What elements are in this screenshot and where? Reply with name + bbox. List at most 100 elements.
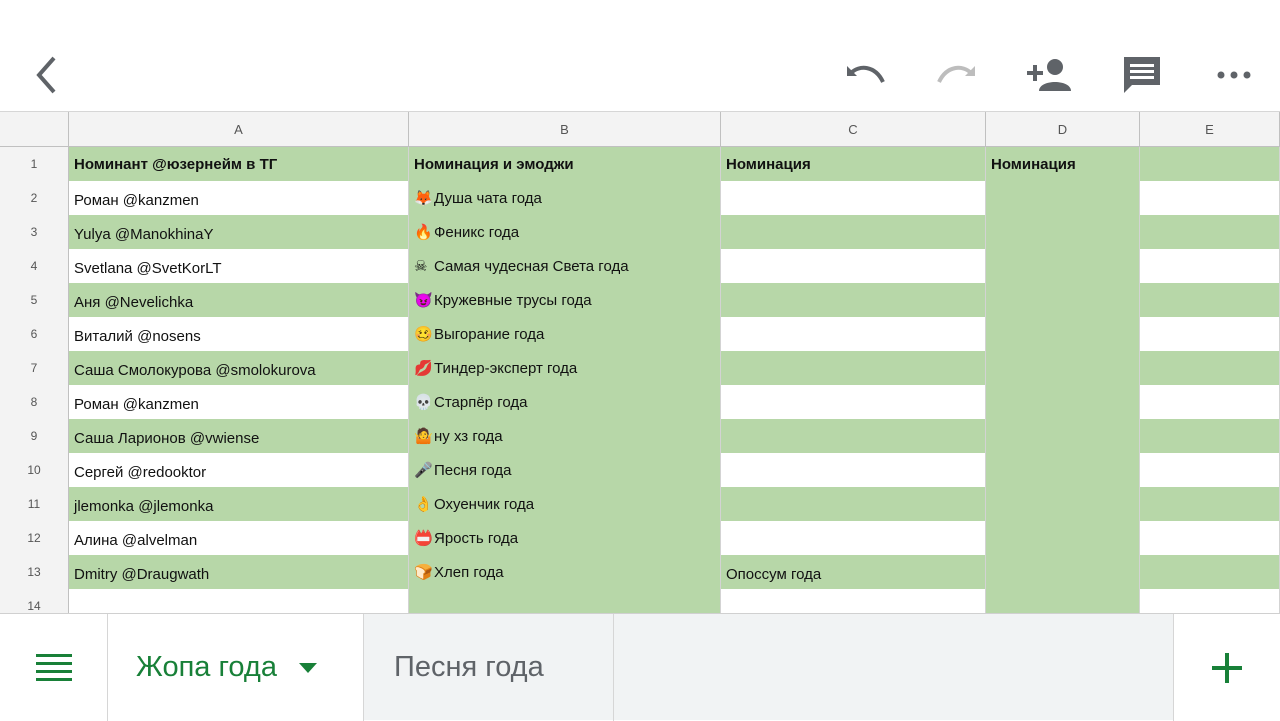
row-number[interactable]: 4 xyxy=(0,249,69,283)
cell-a[interactable]: Алина @alvelman xyxy=(69,521,409,555)
cell-d[interactable] xyxy=(986,521,1140,555)
cell-e[interactable] xyxy=(1140,147,1280,181)
share-button[interactable] xyxy=(1024,50,1074,100)
cell-d[interactable] xyxy=(986,283,1140,317)
cell-b[interactable]: 📛Ярость года xyxy=(409,521,721,555)
column-header-a[interactable]: A xyxy=(69,112,409,148)
cell-b[interactable]: 💋Тиндер-эксперт года xyxy=(409,351,721,385)
cell-e[interactable] xyxy=(1140,249,1280,283)
cell-c[interactable] xyxy=(721,487,986,521)
cell-e[interactable] xyxy=(1140,283,1280,317)
cell-b[interactable]: 👌Охуенчик года xyxy=(409,487,721,521)
cell-a[interactable]: Номинант @юзернейм в ТГ xyxy=(69,147,409,181)
cell-d[interactable] xyxy=(986,487,1140,521)
cell-e[interactable] xyxy=(1140,215,1280,249)
cell-e[interactable] xyxy=(1140,555,1280,589)
cell-d[interactable] xyxy=(986,453,1140,487)
cell-b[interactable]: 💀Старпёр года xyxy=(409,385,721,419)
cell-d[interactable] xyxy=(986,249,1140,283)
comment-button[interactable] xyxy=(1117,50,1167,100)
cell-a[interactable]: Роман @kanzmen xyxy=(69,181,409,215)
column-header-c[interactable]: C xyxy=(721,112,986,148)
cell-c[interactable] xyxy=(721,385,986,419)
sheets-menu-button[interactable] xyxy=(0,614,108,721)
cell-d[interactable] xyxy=(986,385,1140,419)
chevron-down-icon[interactable] xyxy=(298,662,317,673)
cell-d[interactable] xyxy=(986,317,1140,351)
row-number[interactable]: 5 xyxy=(0,283,69,317)
cell-a[interactable]: Сергей @redooktor xyxy=(69,453,409,487)
cell-b[interactable]: ☠ Самая чудесная Света года xyxy=(409,249,721,283)
row-number[interactable]: 8 xyxy=(0,385,69,419)
cell-e[interactable] xyxy=(1140,453,1280,487)
cell-d[interactable] xyxy=(986,555,1140,589)
cell-c[interactable] xyxy=(721,249,986,283)
row-number[interactable]: 1 xyxy=(0,147,69,181)
cell-d[interactable] xyxy=(986,589,1140,613)
cell-b[interactable]: 🤷ну хз года xyxy=(409,419,721,453)
row-number[interactable]: 14 xyxy=(0,589,69,613)
back-button[interactable] xyxy=(22,50,72,100)
row-number[interactable]: 11 xyxy=(0,487,69,521)
cell-e[interactable] xyxy=(1140,521,1280,555)
cell-e[interactable] xyxy=(1140,487,1280,521)
redo-button[interactable] xyxy=(932,50,982,100)
cell-a[interactable]: Роман @kanzmen xyxy=(69,385,409,419)
cell-e[interactable] xyxy=(1140,351,1280,385)
row-number[interactable]: 2 xyxy=(0,181,69,215)
cell-d[interactable] xyxy=(986,419,1140,453)
cell-a[interactable]: Аня @Nevelichka xyxy=(69,283,409,317)
row-number[interactable]: 7 xyxy=(0,351,69,385)
select-all-corner[interactable] xyxy=(0,112,69,148)
undo-button[interactable] xyxy=(840,50,890,100)
row-number[interactable]: 12 xyxy=(0,521,69,555)
cell-e[interactable] xyxy=(1140,181,1280,215)
cell-d[interactable] xyxy=(986,351,1140,385)
cell-c[interactable] xyxy=(721,419,986,453)
cell-b[interactable]: 🍞Хлеп года xyxy=(409,555,721,589)
cell-d[interactable] xyxy=(986,215,1140,249)
add-sheet-button[interactable] xyxy=(1173,614,1280,721)
cell-b[interactable]: Номинация и эмоджи xyxy=(409,147,721,181)
cell-a[interactable]: Dmitry @Draugwath xyxy=(69,555,409,589)
row-number[interactable]: 3 xyxy=(0,215,69,249)
cell-b[interactable]: 🎤Песня года xyxy=(409,453,721,487)
cell-b[interactable]: 😈Кружевные трусы года xyxy=(409,283,721,317)
cell-c[interactable] xyxy=(721,521,986,555)
row-number[interactable]: 6 xyxy=(0,317,69,351)
tab-active-sheet[interactable]: Жопа года xyxy=(108,614,364,721)
column-header-b[interactable]: B xyxy=(409,112,721,148)
cell-a[interactable]: jlemonka @jlemonka xyxy=(69,487,409,521)
cell-a[interactable]: Виталий @nosens xyxy=(69,317,409,351)
cell-e[interactable] xyxy=(1140,589,1280,613)
cell-b[interactable]: 🥴Выгорание года xyxy=(409,317,721,351)
cell-a[interactable]: Yulya @ManokhinaY xyxy=(69,215,409,249)
cell-c[interactable] xyxy=(721,351,986,385)
column-header-d[interactable]: D xyxy=(986,112,1140,148)
cell-c[interactable] xyxy=(721,317,986,351)
column-header-e[interactable]: E xyxy=(1140,112,1280,148)
row-number[interactable]: 9 xyxy=(0,419,69,453)
row-number[interactable]: 10 xyxy=(0,453,69,487)
cell-d[interactable]: Номинация xyxy=(986,147,1140,181)
cell-b[interactable] xyxy=(409,589,721,613)
cell-b[interactable]: 🦊Душа чата года xyxy=(409,181,721,215)
cell-c[interactable] xyxy=(721,215,986,249)
cell-c[interactable]: Номинация xyxy=(721,147,986,181)
cell-c[interactable] xyxy=(721,589,986,613)
cell-a[interactable]: Саша Смолокурова @smolokurova xyxy=(69,351,409,385)
cell-c[interactable] xyxy=(721,453,986,487)
cell-b[interactable]: 🔥Феникс года xyxy=(409,215,721,249)
more-button[interactable] xyxy=(1209,50,1259,100)
cell-d[interactable] xyxy=(986,181,1140,215)
cell-e[interactable] xyxy=(1140,317,1280,351)
row-number[interactable]: 13 xyxy=(0,555,69,589)
cell-c[interactable] xyxy=(721,283,986,317)
cell-a[interactable] xyxy=(69,589,409,613)
tab-inactive-sheet[interactable]: Песня года xyxy=(364,614,614,721)
cell-e[interactable] xyxy=(1140,419,1280,453)
cell-c[interactable]: Опоссум года xyxy=(721,555,986,589)
cell-c[interactable] xyxy=(721,181,986,215)
cell-e[interactable] xyxy=(1140,385,1280,419)
cell-a[interactable]: Саша Ларионов @vwiense xyxy=(69,419,409,453)
